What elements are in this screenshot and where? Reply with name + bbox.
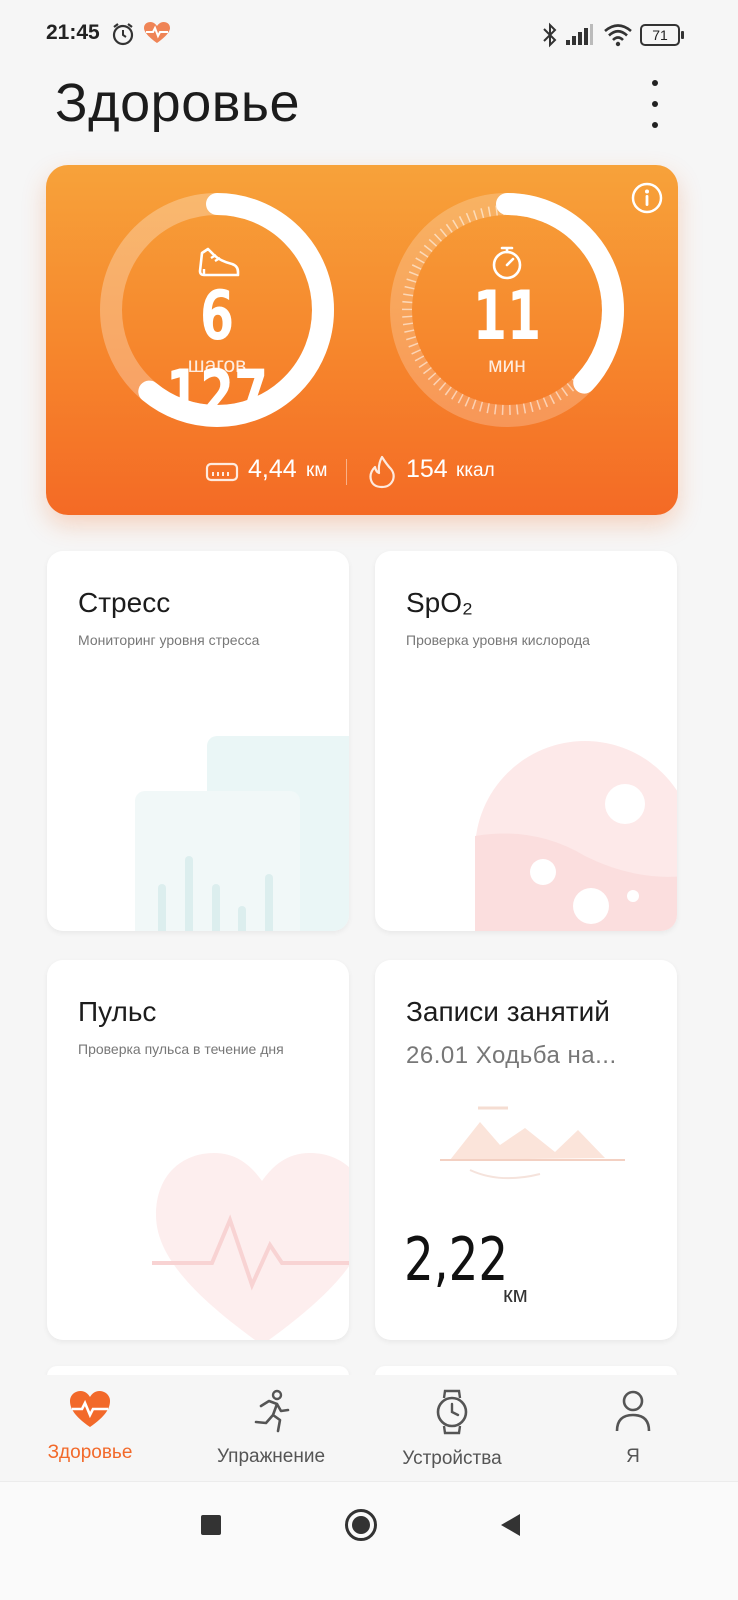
- calories-value: 154: [406, 455, 448, 483]
- calories-unit: ккал: [456, 460, 495, 481]
- pulse-subtitle: Проверка пульса в течение дня: [78, 1041, 284, 1057]
- steps-unit: шагов: [187, 354, 247, 377]
- stopwatch-icon: [492, 246, 522, 280]
- running-icon: [254, 1389, 290, 1433]
- person-icon: [615, 1390, 651, 1432]
- spo2-title: SpO₂: [406, 587, 473, 618]
- tab-exercise-label: Упражнение: [216, 1446, 326, 1467]
- tab-health[interactable]: Здоровье: [30, 1389, 150, 1464]
- system-navigation-bar: [0, 1481, 738, 1600]
- stress-title: Стресс: [78, 587, 171, 618]
- wifi-icon: [604, 24, 632, 47]
- tab-me-label: Я: [626, 1446, 640, 1467]
- battery-level: 71: [652, 27, 668, 43]
- spo2-card[interactable]: SpO₂ Проверка уровня кислорода: [375, 551, 677, 931]
- stress-card[interactable]: Стресс Мониторинг уровня стресса: [47, 551, 349, 931]
- status-time: 21:45: [46, 21, 100, 44]
- battery-icon: 71: [640, 24, 684, 46]
- health-heart-icon: [144, 22, 170, 43]
- stats-divider: [346, 459, 347, 485]
- workouts-title: Записи занятий: [406, 996, 610, 1027]
- shoe-icon: [198, 247, 240, 277]
- minutes-unit: мин: [488, 354, 526, 377]
- activity-stats-row: 4,44 км 154 ккал: [46, 455, 678, 495]
- workouts-distance-unit: км: [503, 1282, 528, 1307]
- ruler-icon: [205, 462, 239, 482]
- stress-subtitle: Мониторинг уровня стресса: [78, 632, 260, 648]
- info-icon[interactable]: [630, 181, 664, 215]
- tab-health-label: Здоровье: [47, 1442, 133, 1463]
- distance-value: 4,44: [248, 455, 297, 483]
- pulse-card[interactable]: Пульс Проверка пульса в течение дня: [47, 960, 349, 1340]
- workouts-last-record: 26.01 Ходьба на...: [406, 1042, 617, 1069]
- page-title: Здоровье: [55, 73, 301, 133]
- back-triangle-icon[interactable]: [498, 1512, 522, 1538]
- more-vertical-icon: [652, 80, 658, 86]
- flame-icon: [369, 455, 395, 489]
- pulse-heart-illustration: [152, 1153, 349, 1340]
- tab-devices[interactable]: Устройства: [392, 1389, 512, 1470]
- stress-illustration: [135, 736, 349, 931]
- pulse-title: Пульс: [78, 996, 157, 1027]
- spo2-subtitle: Проверка уровня кислорода: [406, 632, 590, 648]
- tab-exercise[interactable]: Упражнение: [211, 1389, 331, 1468]
- bluetooth-icon: [543, 22, 557, 48]
- alarm-icon: [112, 23, 134, 46]
- workouts-distance-value: 2,22: [404, 1225, 509, 1295]
- distance-unit: км: [306, 460, 328, 481]
- home-circle-icon[interactable]: [345, 1509, 377, 1541]
- watch-icon: [436, 1389, 468, 1435]
- heart-icon: [70, 1391, 110, 1427]
- oxygen-illustration: [475, 741, 677, 931]
- mountains-illustration: [440, 1106, 625, 1180]
- status-bar: 21:45 71: [0, 0, 738, 70]
- minutes-value: 11: [472, 277, 542, 356]
- workout-records-card[interactable]: Записи занятий 26.01 Ходьба на... 2,22 к…: [375, 960, 677, 1340]
- recents-square-icon[interactable]: [201, 1515, 221, 1535]
- tab-devices-label: Устройства: [402, 1448, 502, 1469]
- bottom-navigation: Здоровье Упражнение Устройства Я: [0, 1375, 738, 1480]
- more-options-button[interactable]: [640, 80, 670, 128]
- tab-me[interactable]: Я: [573, 1389, 693, 1468]
- activity-summary-card[interactable]: 6 127 шагов 11 мин 4,44 км 154 ккал: [46, 165, 678, 515]
- signal-icon: [566, 24, 593, 45]
